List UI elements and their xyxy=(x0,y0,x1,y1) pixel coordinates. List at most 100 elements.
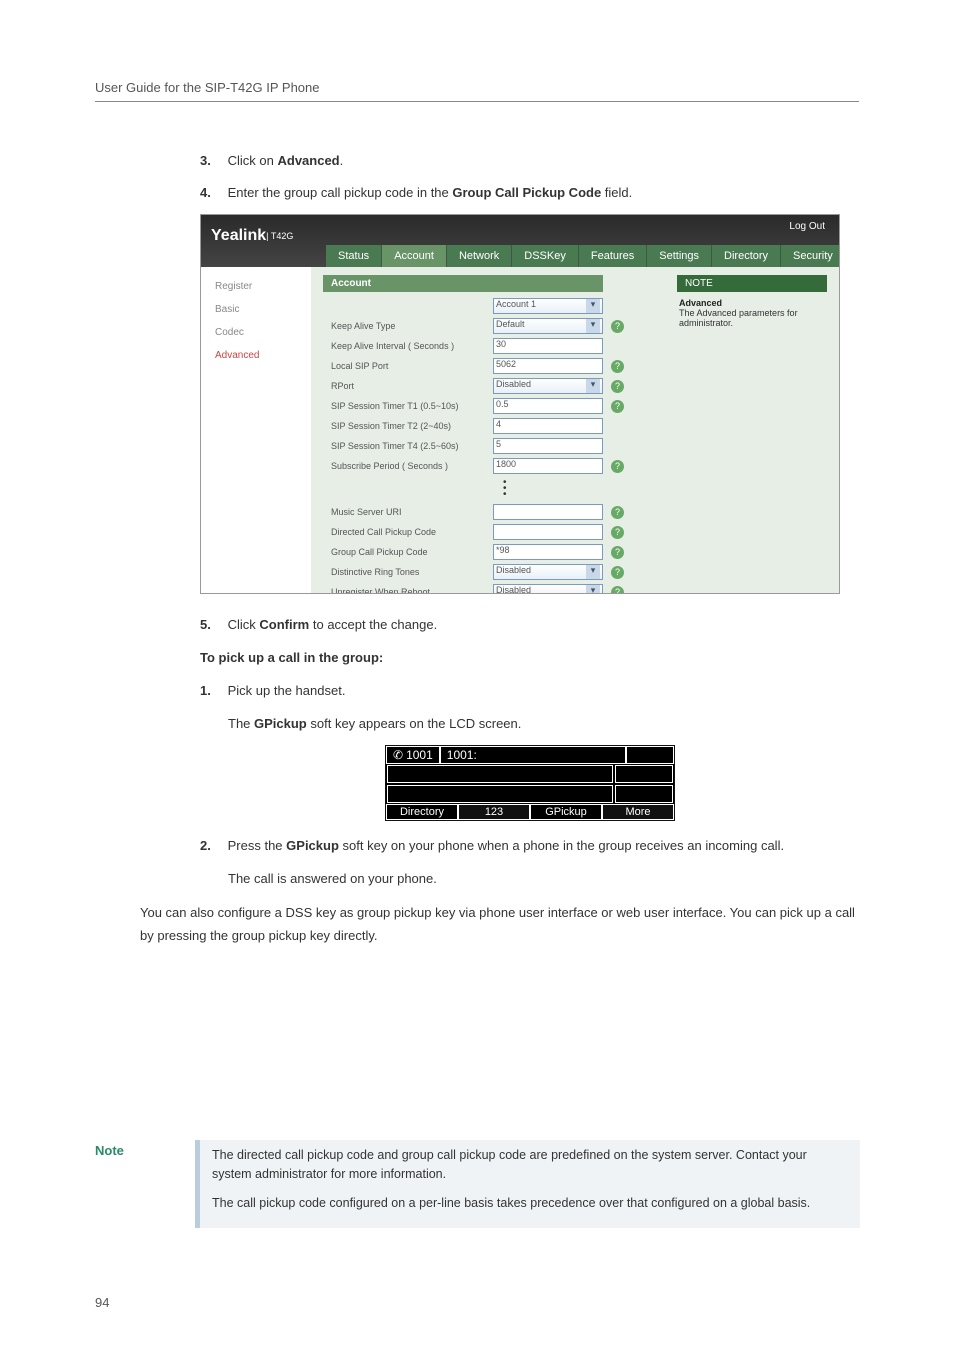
sidebar-register[interactable]: Register xyxy=(201,275,311,298)
form-input[interactable]: 30 xyxy=(493,338,603,354)
brand-text: Yealink xyxy=(211,227,266,244)
ss-sidebar: Register Basic Codec Advanced xyxy=(201,267,311,593)
help-icon[interactable]: ? xyxy=(611,320,624,333)
step-1b-sub-a: The xyxy=(228,716,254,731)
tab-dsskey[interactable]: DSSKey xyxy=(512,245,579,267)
brand-logo: Yealink| T42G xyxy=(211,227,293,245)
form-input[interactable]: 0.5 xyxy=(493,398,603,414)
lcd-slot-l3 xyxy=(387,785,613,803)
ellipsis-icon: ••• xyxy=(323,476,827,502)
softkey-directory[interactable]: Directory xyxy=(386,804,458,820)
form-label: Keep Alive Type xyxy=(323,321,493,331)
softkey-gpickup[interactable]: GPickup xyxy=(530,804,602,820)
step-5-bold: Confirm xyxy=(259,617,309,632)
step-4: 4. Enter the group call pickup code in t… xyxy=(200,182,860,204)
note-panel-text: The Advanced parameters for administrato… xyxy=(679,308,798,328)
tab-features[interactable]: Features xyxy=(579,245,647,267)
help-icon[interactable]: ? xyxy=(611,380,624,393)
tab-account[interactable]: Account xyxy=(382,245,447,267)
lcd-account: ✆ 1001 xyxy=(386,746,440,764)
form-select[interactable]: Disabled xyxy=(493,584,603,594)
step-3-num: 3. xyxy=(200,150,224,172)
step-4-num: 4. xyxy=(200,182,224,204)
step-1b-sub: The GPickup soft key appears on the LCD … xyxy=(228,712,860,735)
form-row: Music Server URI? xyxy=(323,502,827,522)
ss-main: Account Account 1Keep Alive TypeDefault?… xyxy=(311,267,839,593)
step-3-text-a: Click on xyxy=(228,153,278,168)
form-input[interactable]: 5 xyxy=(493,438,603,454)
content-area: 3. Click on Advanced. 4. Enter the group… xyxy=(200,150,860,957)
subheading: To pick up a call in the group: xyxy=(200,646,860,669)
form-select[interactable]: Account 1 xyxy=(493,298,603,314)
form-label: Subscribe Period ( Seconds ) xyxy=(323,461,493,471)
page-number: 94 xyxy=(95,1295,109,1310)
sidebar-basic[interactable]: Basic xyxy=(201,298,311,321)
form-input[interactable]: 1800 xyxy=(493,458,603,474)
lcd-number: 1001: xyxy=(440,746,626,764)
softkey-123[interactable]: 123 xyxy=(458,804,530,820)
help-icon[interactable]: ? xyxy=(611,526,624,539)
tab-network[interactable]: Network xyxy=(447,245,512,267)
step-3: 3. Click on Advanced. xyxy=(200,150,860,172)
form-row: Subscribe Period ( Seconds )1800? xyxy=(323,456,827,476)
ss-body: Register Basic Codec Advanced Account Ac… xyxy=(201,267,839,593)
step-2b-num: 2. xyxy=(200,835,224,857)
form-row: SIP Session Timer T2 (2~40s)4 xyxy=(323,416,827,436)
step-5: 5. Click Confirm to accept the change. xyxy=(200,614,860,636)
help-icon[interactable]: ? xyxy=(611,360,624,373)
tab-settings[interactable]: Settings xyxy=(647,245,712,267)
lcd-slot-r3 xyxy=(615,785,673,803)
tab-security[interactable]: Security xyxy=(781,245,840,267)
step-5-text-c: to accept the change. xyxy=(309,617,437,632)
step-1b: 1. Pick up the handset. xyxy=(200,680,860,702)
form-select[interactable]: Disabled xyxy=(493,564,603,580)
nav-tabs: Status Account Network DSSKey Features S… xyxy=(326,245,840,267)
note-p1: The directed call pickup code and group … xyxy=(212,1146,848,1184)
tab-directory[interactable]: Directory xyxy=(712,245,781,267)
form-label: Keep Alive Interval ( Seconds ) xyxy=(323,341,493,351)
form-select[interactable]: Default xyxy=(493,318,603,334)
step-2b: 2. Press the GPickup soft key on your ph… xyxy=(200,835,860,857)
form-label: RPort xyxy=(323,381,493,391)
handset-icon: ✆ xyxy=(393,748,403,762)
lcd-slot-r1 xyxy=(626,746,674,764)
step-2b-text-a: Press the xyxy=(228,838,287,853)
logout-link[interactable]: Log Out xyxy=(789,221,825,232)
form-label: SIP Session Timer T1 (0.5~10s) xyxy=(323,401,493,411)
web-ui-screenshot: Yealink| T42G Log Out Status Account Net… xyxy=(200,214,840,594)
help-icon[interactable]: ? xyxy=(611,586,624,595)
step-1b-num: 1. xyxy=(200,680,224,702)
step-3-bold: Advanced xyxy=(277,153,339,168)
form-input[interactable] xyxy=(493,524,603,540)
step-5-text-a: Click xyxy=(228,617,260,632)
step-4-text-a: Enter the group call pickup code in the xyxy=(228,185,453,200)
form-select[interactable]: Disabled xyxy=(493,378,603,394)
note-panel-body: Advanced The Advanced parameters for adm… xyxy=(677,292,827,334)
section-head-account: Account xyxy=(323,275,603,292)
help-icon[interactable]: ? xyxy=(611,400,624,413)
form-row: Group Call Pickup Code*98? xyxy=(323,542,827,562)
help-icon[interactable]: ? xyxy=(611,546,624,559)
note-panel: NOTE Advanced The Advanced parameters fo… xyxy=(677,275,827,334)
note-block: Note The directed call pickup code and g… xyxy=(95,1140,860,1228)
form-input[interactable]: *98 xyxy=(493,544,603,560)
form-input[interactable]: 5062 xyxy=(493,358,603,374)
form-input[interactable] xyxy=(493,504,603,520)
brand-model: | T42G xyxy=(266,231,293,241)
form-row: Unregister When RebootDisabled? xyxy=(323,582,827,594)
help-icon[interactable]: ? xyxy=(611,460,624,473)
form-input[interactable]: 4 xyxy=(493,418,603,434)
help-icon[interactable]: ? xyxy=(611,506,624,519)
tab-status[interactable]: Status xyxy=(326,245,382,267)
sidebar-advanced[interactable]: Advanced xyxy=(201,344,311,367)
softkey-more[interactable]: More xyxy=(602,804,674,820)
help-icon[interactable]: ? xyxy=(611,566,624,579)
lcd-account-num: 1001 xyxy=(406,748,433,762)
form-row: Distinctive Ring TonesDisabled? xyxy=(323,562,827,582)
form-label: SIP Session Timer T2 (2~40s) xyxy=(323,421,493,431)
lcd-top-row: ✆ 1001 1001: xyxy=(386,746,674,764)
lcd-slot-l2 xyxy=(387,765,613,783)
note-p2: The call pickup code configured on a per… xyxy=(212,1194,848,1213)
step-2b-bold: GPickup xyxy=(286,838,339,853)
sidebar-codec[interactable]: Codec xyxy=(201,321,311,344)
